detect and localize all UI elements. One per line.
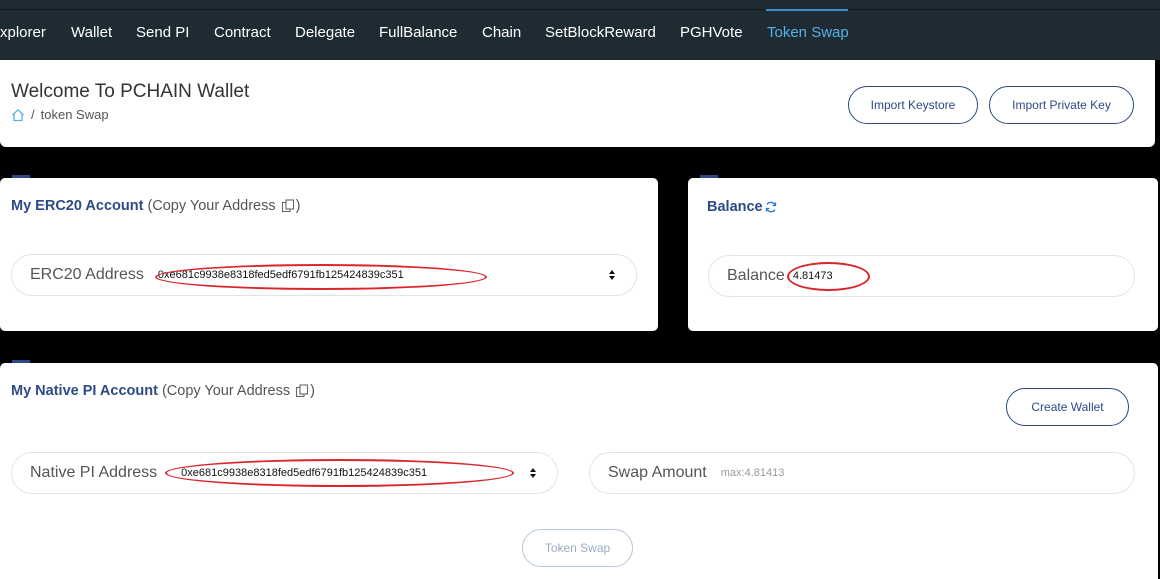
erc20-address-value: 0xe681c9938e8318fed5edf6791fb125424839c3… [157, 269, 404, 281]
native-card-title: My Native PI Account (Copy Your Address … [11, 383, 315, 399]
balance-card-title: Balance [707, 199, 779, 215]
balance-field: Balance 4.81473 [708, 255, 1135, 297]
copy-icon[interactable] [281, 199, 295, 213]
balance-card: Balance Balance 4.81473 [688, 175, 1158, 331]
card-tab-marker [12, 175, 30, 178]
native-address-value: 0xe681c9938e8318fed5edf6791fb125424839c3… [181, 467, 428, 479]
swap-amount-input[interactable]: max:4.81413 [721, 467, 785, 479]
native-title-strong: My Native PI Account [11, 383, 158, 399]
select-arrows-icon[interactable] [608, 268, 616, 282]
erc20-address-select[interactable]: ERC20 Address 0xe681c9938e8318fed5edf679… [11, 254, 637, 296]
nav-item-fullbalance[interactable]: FullBalance [379, 24, 457, 41]
swap-amount-field[interactable]: Swap Amount max:4.81413 [589, 452, 1135, 494]
nav-item-explorer[interactable]: xplorer [0, 24, 46, 41]
nav-item-chain[interactable]: Chain [482, 24, 521, 41]
balance-title: Balance [707, 199, 763, 215]
top-nav: xplorer Wallet Send PI Contract Delegate… [0, 0, 1160, 60]
refresh-icon[interactable] [764, 200, 778, 214]
nav-item-setblockreward[interactable]: SetBlockReward [545, 24, 656, 41]
native-pi-account-card: My Native PI Account (Copy Your Address … [0, 360, 1158, 579]
nav-active-indicator [766, 9, 848, 11]
copy-address-close: ) [310, 383, 315, 399]
erc20-card-title: My ERC20 Account (Copy Your Address ) [11, 198, 300, 214]
select-arrows-icon[interactable] [529, 466, 537, 480]
page-title: Welcome To PCHAIN Wallet [11, 81, 250, 102]
balance-value: 4.81473 [792, 270, 833, 282]
import-keystore-button[interactable]: Import Keystore [848, 86, 978, 124]
create-wallet-button[interactable]: Create Wallet [1006, 388, 1129, 426]
erc20-address-label: ERC20 Address [30, 266, 144, 283]
token-swap-button[interactable]: Token Swap [522, 529, 633, 567]
copy-icon[interactable] [295, 384, 309, 398]
nav-item-token-swap[interactable]: Token Swap [767, 24, 849, 41]
breadcrumb-current: token Swap [40, 107, 109, 122]
erc20-account-card: My ERC20 Account (Copy Your Address ) ER… [0, 175, 658, 331]
card-tab-marker [12, 360, 30, 363]
home-icon[interactable] [11, 108, 25, 122]
nav-item-delegate[interactable]: Delegate [295, 24, 355, 41]
nav-top-line [0, 9, 1160, 10]
copy-address-label[interactable]: (Copy Your Address [162, 383, 290, 399]
native-address-label: Native PI Address [30, 464, 158, 481]
swap-amount-label: Swap Amount [608, 464, 707, 481]
import-private-key-button[interactable]: Import Private Key [989, 86, 1134, 124]
nav-item-send-pi[interactable]: Send PI [136, 24, 189, 41]
balance-label: Balance [727, 267, 785, 284]
erc20-title-strong: My ERC20 Account [11, 198, 144, 214]
breadcrumb-separator: / [31, 107, 35, 122]
welcome-header: Welcome To PCHAIN Wallet / token Swap Im… [0, 60, 1155, 147]
nav-item-pghvote[interactable]: PGHVote [680, 24, 743, 41]
card-tab-marker [700, 175, 718, 178]
breadcrumb: / token Swap [11, 107, 109, 122]
nav-item-wallet[interactable]: Wallet [71, 24, 112, 41]
nav-item-contract[interactable]: Contract [214, 24, 271, 41]
native-address-select[interactable]: Native PI Address 0xe681c9938e8318fed5ed… [11, 452, 558, 494]
copy-address-close: ) [295, 198, 301, 214]
copy-address-label[interactable]: (Copy Your Address [147, 198, 275, 214]
